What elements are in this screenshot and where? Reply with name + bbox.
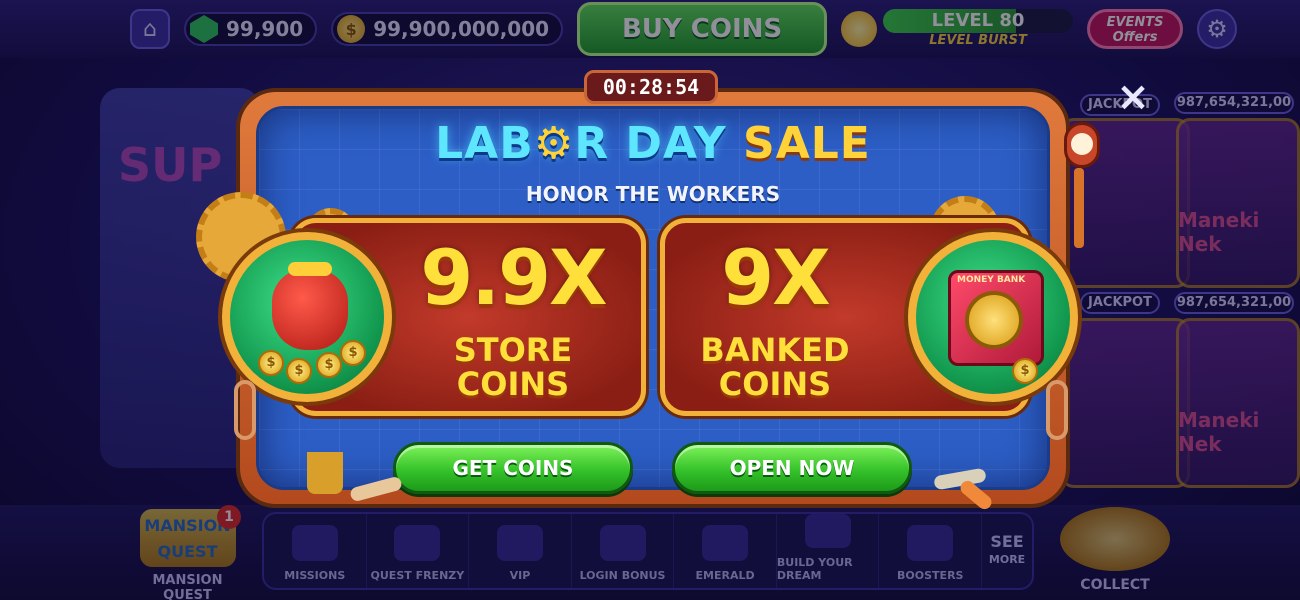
safe-label: MONEY BANK	[957, 275, 1026, 285]
gear-o-icon: ⚙	[533, 118, 575, 169]
clock-icon	[1064, 122, 1100, 168]
offer-label-line-2: COINS	[718, 365, 832, 403]
offer-label-line-2: COINS	[456, 365, 570, 403]
money-safe-icon: MONEY BANK $	[908, 232, 1078, 402]
rope-decoration	[1046, 380, 1068, 440]
pipe-decoration	[1074, 168, 1084, 248]
close-icon[interactable]: ×	[1115, 77, 1151, 117]
title-part-2: R DAY	[574, 118, 727, 169]
rope-decoration	[234, 380, 256, 440]
open-now-button[interactable]: OPEN NOW	[672, 442, 912, 494]
get-coins-label: GET COINS	[452, 456, 574, 480]
countdown-timer: 00:28:54	[584, 70, 718, 104]
popup-title: LAB⚙R DAY SALE	[256, 118, 1050, 169]
coin-bag-icon: $ $ $ $	[222, 232, 392, 402]
offer-label-line-1: BANKED	[700, 331, 850, 369]
chalk-cup-decoration	[307, 452, 343, 494]
open-now-label: OPEN NOW	[729, 456, 855, 480]
popup-subtitle: HONOR THE WORKERS	[525, 182, 781, 206]
offer-label-line-1: STORE	[453, 331, 573, 369]
get-coins-button[interactable]: GET COINS	[393, 442, 633, 494]
title-part-3: SALE	[743, 118, 871, 169]
title-part-1: LAB	[435, 118, 534, 169]
